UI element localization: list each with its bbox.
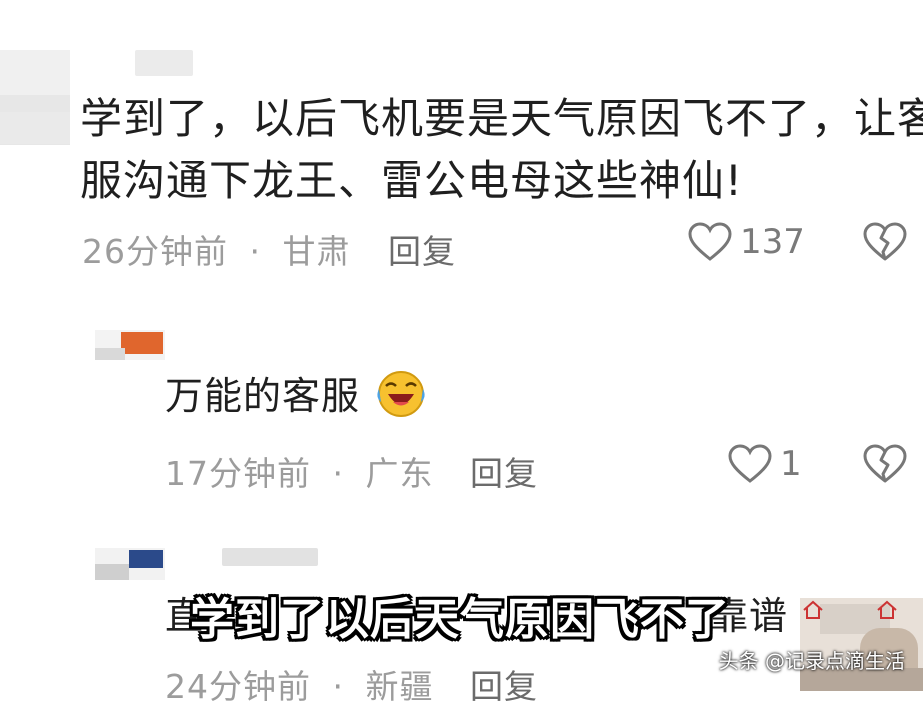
reply-button[interactable]: 回复 (470, 447, 538, 495)
comment-meta: 24分钟前 · 新疆 (165, 660, 434, 708)
video-caption: 学到了以后天气原因飞不了 (190, 594, 730, 645)
like-count: 1 (780, 444, 802, 484)
house-icon (802, 600, 824, 624)
watermark: 头条 @记录点滴生活 (718, 649, 905, 673)
comment-time: 24分钟前 (165, 667, 311, 706)
broken-heart-icon (863, 444, 907, 483)
comment-location: 新疆 (365, 667, 434, 706)
like-button[interactable]: 137 (688, 222, 805, 262)
comment-time: 26分钟前 (82, 232, 228, 271)
avatar[interactable] (95, 330, 165, 360)
comment-text: 万能的客服 (165, 368, 427, 424)
comment-text-line: 学到了，以后飞机要是天气原因飞不了，让客 (80, 94, 923, 143)
meta-separator: · (332, 667, 344, 706)
comment-location: 广东 (365, 454, 434, 493)
comment-text-body: 万能的客服 (165, 374, 361, 418)
dislike-button[interactable] (862, 222, 908, 266)
avatar-lower (0, 112, 70, 144)
comment-text-line: 服沟通下龙王、雷公电母这些神仙! (80, 156, 743, 205)
meta-separator: · (249, 232, 261, 271)
house-icon (876, 600, 898, 624)
comment-meta: 17分钟前 · 广东 (165, 447, 434, 495)
like-button[interactable]: 1 (728, 444, 802, 484)
meta-separator: · (332, 454, 344, 493)
reply-button[interactable]: 回复 (388, 225, 456, 273)
comment-time: 17分钟前 (165, 454, 311, 493)
reply-button[interactable]: 回复 (470, 660, 538, 708)
comment-meta: 26分钟前 · 甘肃 (82, 225, 351, 273)
username[interactable] (135, 50, 193, 76)
dislike-button[interactable] (862, 444, 908, 488)
heart-icon (728, 444, 772, 483)
broken-heart-icon (863, 222, 907, 261)
heart-icon (688, 222, 732, 261)
comment-location: 甘肃 (282, 232, 351, 271)
laugh-cry-emoji (377, 371, 425, 417)
username[interactable] (222, 548, 318, 566)
avatar[interactable] (95, 548, 165, 580)
like-count: 137 (740, 222, 805, 262)
